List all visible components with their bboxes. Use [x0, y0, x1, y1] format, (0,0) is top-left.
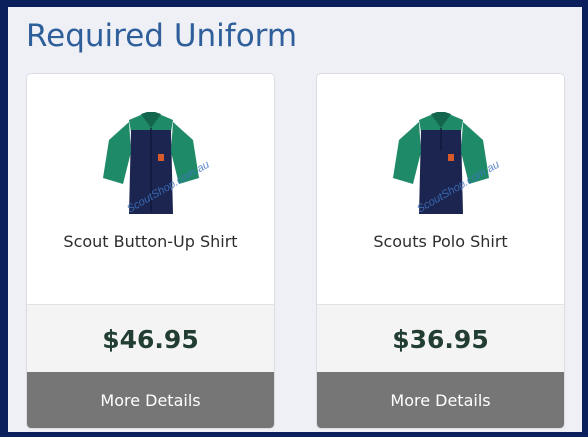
- product-card[interactable]: ScoutShop.com.au Scouts Polo Shirt $36.9…: [316, 73, 565, 429]
- product-image[interactable]: ScoutShop.com.au: [317, 102, 564, 222]
- shirt-icon: ScoutShop.com.au: [102, 112, 211, 215]
- more-details-button[interactable]: More Details: [317, 372, 564, 428]
- product-card[interactable]: ScoutShop.com.au Scout Button-Up Shirt $…: [26, 73, 275, 429]
- polo-shirt-icon: ScoutShop.com.au: [392, 112, 501, 215]
- uniform-panel: Required Uniform ScoutShop.com.au Scout …: [8, 7, 582, 432]
- product-image[interactable]: ScoutShop.com.au: [27, 102, 274, 222]
- product-name[interactable]: Scouts Polo Shirt: [317, 232, 564, 251]
- more-details-button[interactable]: More Details: [27, 372, 274, 428]
- price-band: $36.95: [317, 304, 564, 373]
- section-title: Required Uniform: [26, 18, 298, 54]
- product-price: $36.95: [392, 324, 489, 354]
- product-price: $46.95: [102, 324, 199, 354]
- product-name[interactable]: Scout Button-Up Shirt: [27, 232, 274, 251]
- price-band: $46.95: [27, 304, 274, 373]
